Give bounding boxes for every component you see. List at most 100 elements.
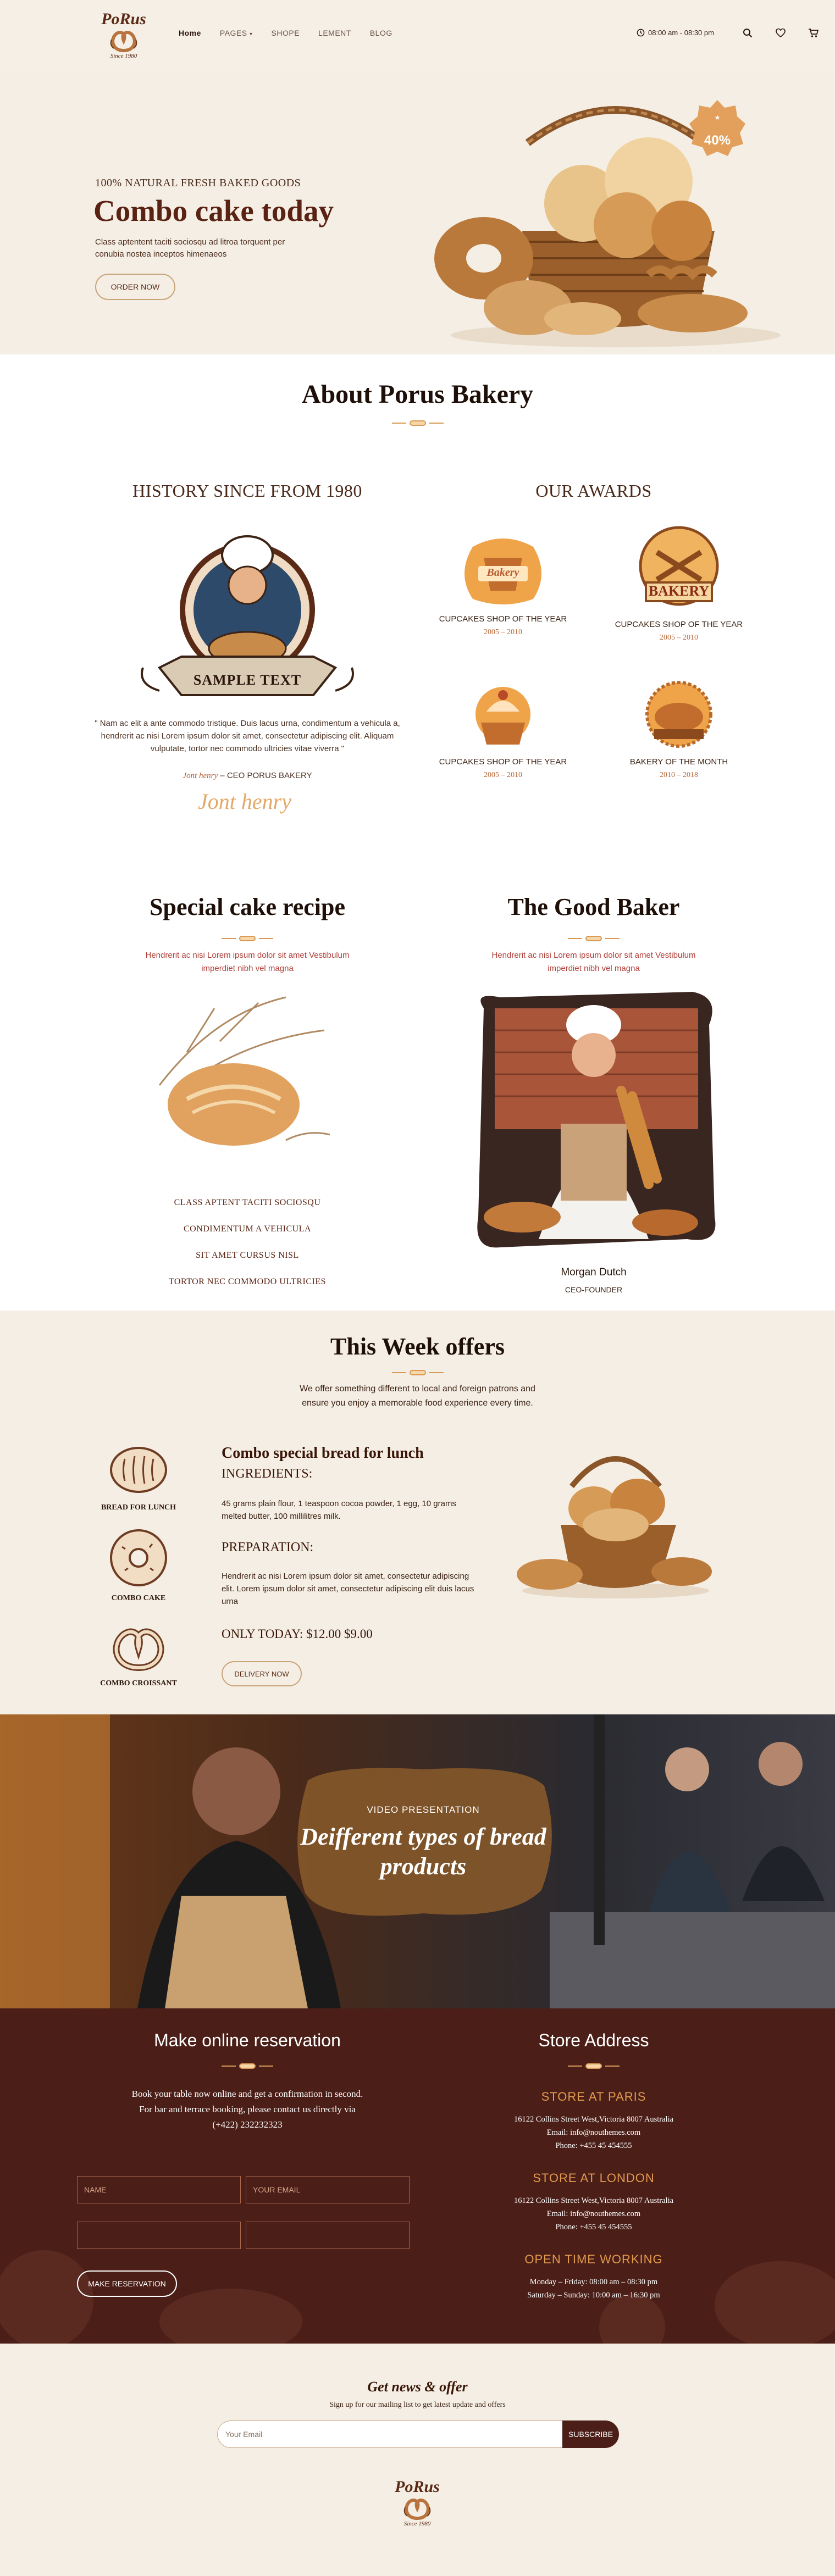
video-eyebrow: VIDEO PRESENTATION (367, 1805, 480, 1815)
award-badge-text: Bakery (486, 567, 519, 579)
logo-brand: PoRus (101, 10, 146, 28)
offers-text-content: We offer something different to local an… (300, 1384, 535, 1408)
divider-ornament (104, 936, 390, 941)
bakery-month-award-icon (645, 681, 712, 748)
divider-ornament (0, 1370, 835, 1375)
history-title: HISTORY SINCE FROM 1980 (132, 481, 362, 501)
recipe-title: Special cake recipe (150, 893, 345, 920)
award-name: BAKERY OF THE MONTH (629, 757, 728, 767)
store-address: 16122 Collins Street West,Victoria 8007 … (513, 2196, 674, 2205)
award-item: BAKERY OF THE MONTH 2010 – 2018 (596, 679, 761, 780)
offers-title: This Week offers (330, 1333, 505, 1360)
clock-icon (637, 29, 645, 37)
hero-eyebrow: 100% NATURAL FRESH BAKED GOODS (95, 177, 301, 189)
nav-shope[interactable]: SHOPE (272, 29, 300, 37)
about-title: About Porus Bakery (301, 380, 534, 409)
opening-hours: 08:00 am - 08:30 pm (637, 29, 714, 37)
offer-tab-bread[interactable]: BREAD FOR LUNCH (84, 1442, 193, 1512)
name-field[interactable]: NAME (77, 2176, 241, 2203)
signature: Jont henry (198, 789, 291, 814)
search-icon[interactable] (742, 27, 753, 38)
subscribe-button[interactable]: SUBSCRIBE (562, 2420, 619, 2448)
award-years: 2005 – 2010 (660, 634, 698, 642)
nav-lement[interactable]: LEMENT (318, 29, 351, 37)
recipe-baker-section: Special cake recipe Hendrerit ac nisi Lo… (0, 882, 835, 1311)
award-years: 2005 – 2010 (484, 628, 522, 636)
recipe-list-item[interactable]: CLASS APTENT TACITI SOCIOSQU (104, 1198, 390, 1224)
preparation-label: PREPARATION: (222, 1540, 314, 1555)
store-address: 16122 Collins Street West,Victoria 8007 … (513, 2115, 674, 2124)
logo-since: Since 1980 (403, 2521, 431, 2527)
offer-tab-label: BREAD FOR LUNCH (101, 1503, 176, 1512)
logo-brand: PoRus (395, 2478, 440, 2496)
chevron-down-icon: ▾ (250, 31, 253, 37)
cart-icon[interactable] (808, 27, 819, 38)
site-logo[interactable]: PoRus Since 1980 (88, 2, 159, 68)
order-now-button[interactable]: ORDER NOW (95, 274, 175, 300)
hero-section: 100% NATURAL FRESH BAKED GOODS Combo cak… (0, 71, 835, 354)
baker-photo (477, 992, 716, 1248)
pretzel-icon (110, 31, 137, 53)
emblem-text: SAMPLE TEXT (193, 672, 302, 688)
offers-section: This Week offers We offer something diff… (0, 1311, 835, 1714)
award-years: 2010 – 2018 (660, 771, 698, 779)
pretzel-icon (403, 2499, 431, 2521)
delivery-now-button[interactable]: DELIVERY NOW (222, 1661, 302, 1686)
recipe-list-item[interactable]: TORTOR NEC COMMODO ULTRICIES (104, 1277, 390, 1303)
offer-tab-croissant[interactable]: COMBO CROISSANT (84, 1618, 193, 1688)
divider-ornament (445, 936, 742, 941)
newsletter-email-input[interactable]: Your Email (217, 2420, 562, 2448)
video-title: Deifferent types of bread products (300, 1823, 546, 1880)
offer-tab-label: COMBO CROISSANT (100, 1679, 177, 1687)
ingredients-text: 45 grams plain flour, 1 teaspoon cocoa p… (222, 1499, 456, 1521)
award-item: CUPCAKES SHOP OF THE YEAR 2005 – 2010 (421, 679, 585, 780)
pretzel-icon (113, 1628, 164, 1672)
open-time-weekend: Saturday – Sunday: 10:00 am – 16:30 pm (527, 2291, 660, 2300)
recipe-list: CLASS APTENT TACITI SOCIOSQU CONDIMENTUM… (104, 1198, 390, 1303)
recipe-list-item[interactable]: CONDIMENTUM A VEHICULA (104, 1224, 390, 1251)
cake-award-icon (475, 687, 530, 745)
heart-icon[interactable] (775, 27, 786, 38)
bakery-award-icon (639, 526, 719, 606)
baker-role: CEO-FOUNDER (565, 1285, 623, 1294)
recipe-list-item[interactable]: SIT AMET CURSUS NISL (104, 1251, 390, 1277)
preparation-text: Hendrerit ac nisi Lorem ipsum dolor sit … (222, 1572, 474, 1606)
newsletter-section: Get news & offer Sign up for our mailing… (0, 2344, 835, 2576)
award-badge-text: BAKERY (648, 583, 710, 599)
guests-field[interactable] (246, 2222, 410, 2249)
store-phone: Phone: +455 45 454555 (555, 2141, 632, 2150)
nav-blog[interactable]: BLOG (370, 29, 392, 37)
date-field[interactable] (77, 2222, 241, 2249)
footer-logo[interactable]: PoRus Since 1980 (381, 2470, 453, 2536)
email-field[interactable]: YOUR EMAIL (246, 2176, 410, 2203)
offer-tab-cake[interactable]: COMBO CAKE (84, 1528, 193, 1603)
nav-home[interactable]: Home (179, 29, 201, 37)
newsletter-title: Get news & offer (367, 2379, 468, 2395)
store-name: STORE AT PARIS (541, 2090, 646, 2103)
award-years: 2005 – 2010 (484, 771, 522, 779)
offer-price: ONLY TODAY: $12.00 $9.00 (222, 1627, 373, 1641)
open-time-weekday: Monday – Friday: 08:00 am – 08:30 pm (529, 2278, 658, 2286)
recipe-text: Hendrerit ac nisi Lorem ipsum dolor sit … (145, 951, 350, 973)
hours-text: 08:00 am - 08:30 pm (648, 29, 714, 37)
nav-pages[interactable]: PAGES ▾ (220, 29, 253, 37)
bread-illustration (158, 996, 330, 1146)
bread-icon (110, 1447, 167, 1493)
reservation-title: Make online reservation (154, 2030, 341, 2050)
divider-ornament (0, 420, 835, 426)
reservation-text: Book your table now online and get a con… (131, 2089, 363, 2130)
store-name: STORE AT LONDON (533, 2171, 655, 2185)
site-header: PoRus Since 1980 Home PAGES ▾ SHOPE LEME… (0, 0, 835, 71)
video-section: VIDEO PRESENTATION Deifferent types of b… (0, 1714, 835, 2008)
baker-name: Morgan Dutch (561, 1267, 627, 1278)
svg-text:★: ★ (715, 114, 721, 121)
awards-title: OUR AWARDS (535, 481, 652, 501)
award-item: BAKERY CUPCAKES SHOP OF THE YEAR 2005 – … (596, 525, 761, 642)
hero-title: Combo cake today (93, 194, 334, 227)
make-reservation-button[interactable]: MAKE RESERVATION (77, 2270, 177, 2297)
header-icons (742, 27, 819, 38)
main-nav: Home PAGES ▾ SHOPE LEMENT BLOG (179, 29, 392, 37)
divider-ornament (104, 2063, 390, 2069)
baker-title: The Good Baker (507, 893, 680, 920)
award-name: CUPCAKES SHOP OF THE YEAR (439, 614, 567, 624)
